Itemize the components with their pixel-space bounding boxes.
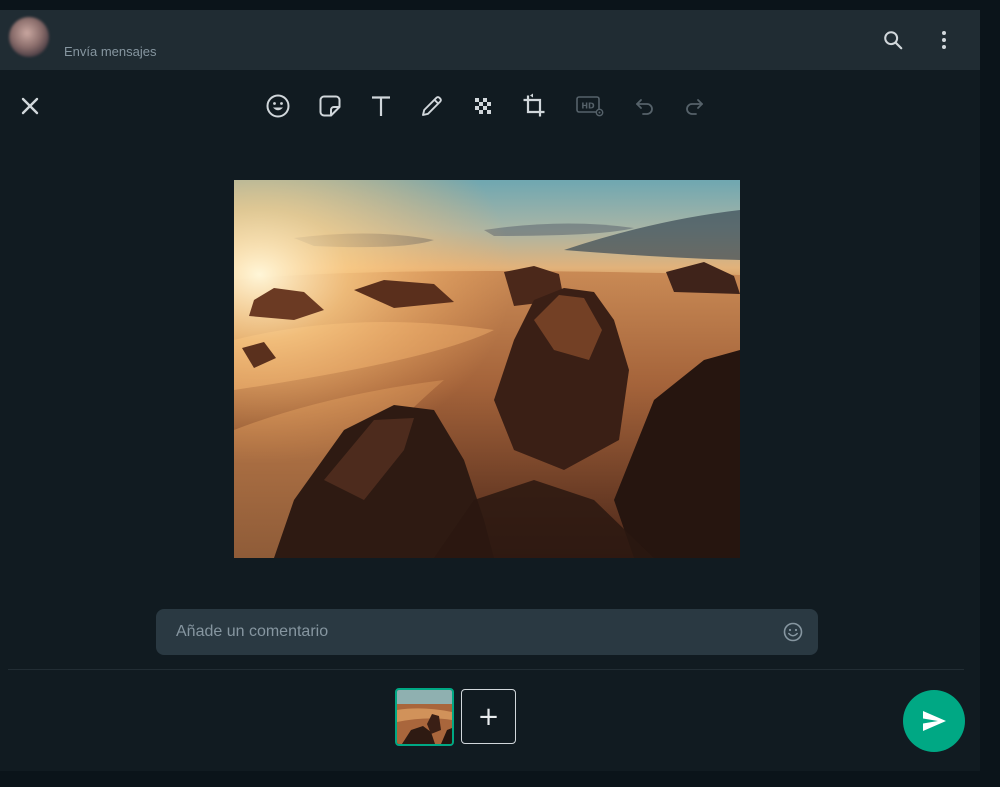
send-icon	[920, 707, 948, 735]
bottom-border	[0, 771, 1000, 787]
top-border	[0, 0, 1000, 10]
send-button[interactable]	[903, 690, 965, 752]
menu-dots-icon[interactable]	[932, 28, 956, 52]
svg-text:HD: HD	[581, 102, 595, 111]
emoji-icon[interactable]	[264, 92, 292, 120]
blur-icon[interactable]	[469, 92, 497, 120]
divider	[8, 669, 964, 670]
comment-box	[156, 609, 818, 655]
comment-input[interactable]	[176, 609, 776, 655]
image-preview	[234, 180, 740, 558]
redo-icon[interactable]	[680, 92, 708, 120]
chat-header: Envía mensajes	[0, 10, 980, 70]
comment-emoji-icon[interactable]	[782, 621, 804, 643]
hd-icon[interactable]: HD	[574, 92, 606, 120]
pencil-icon[interactable]	[418, 92, 446, 120]
avatar[interactable]	[9, 17, 49, 57]
text-icon[interactable]	[367, 92, 395, 120]
undo-icon[interactable]	[631, 92, 659, 120]
add-media-label: +	[477, 701, 500, 732]
chat-subtitle: Envía mensajes	[64, 44, 157, 59]
crop-icon[interactable]	[520, 92, 548, 120]
sticker-icon[interactable]	[316, 92, 344, 120]
media-editor: HD Añade un comentario +	[0, 70, 980, 771]
right-border	[980, 0, 1000, 787]
media-thumbnail[interactable]	[395, 688, 454, 746]
media-editor-window: Envía mensajes HD Añade un comentario +	[0, 0, 1000, 787]
search-icon[interactable]	[881, 28, 905, 52]
add-media-button[interactable]: +	[461, 689, 516, 744]
close-icon[interactable]	[18, 94, 42, 118]
